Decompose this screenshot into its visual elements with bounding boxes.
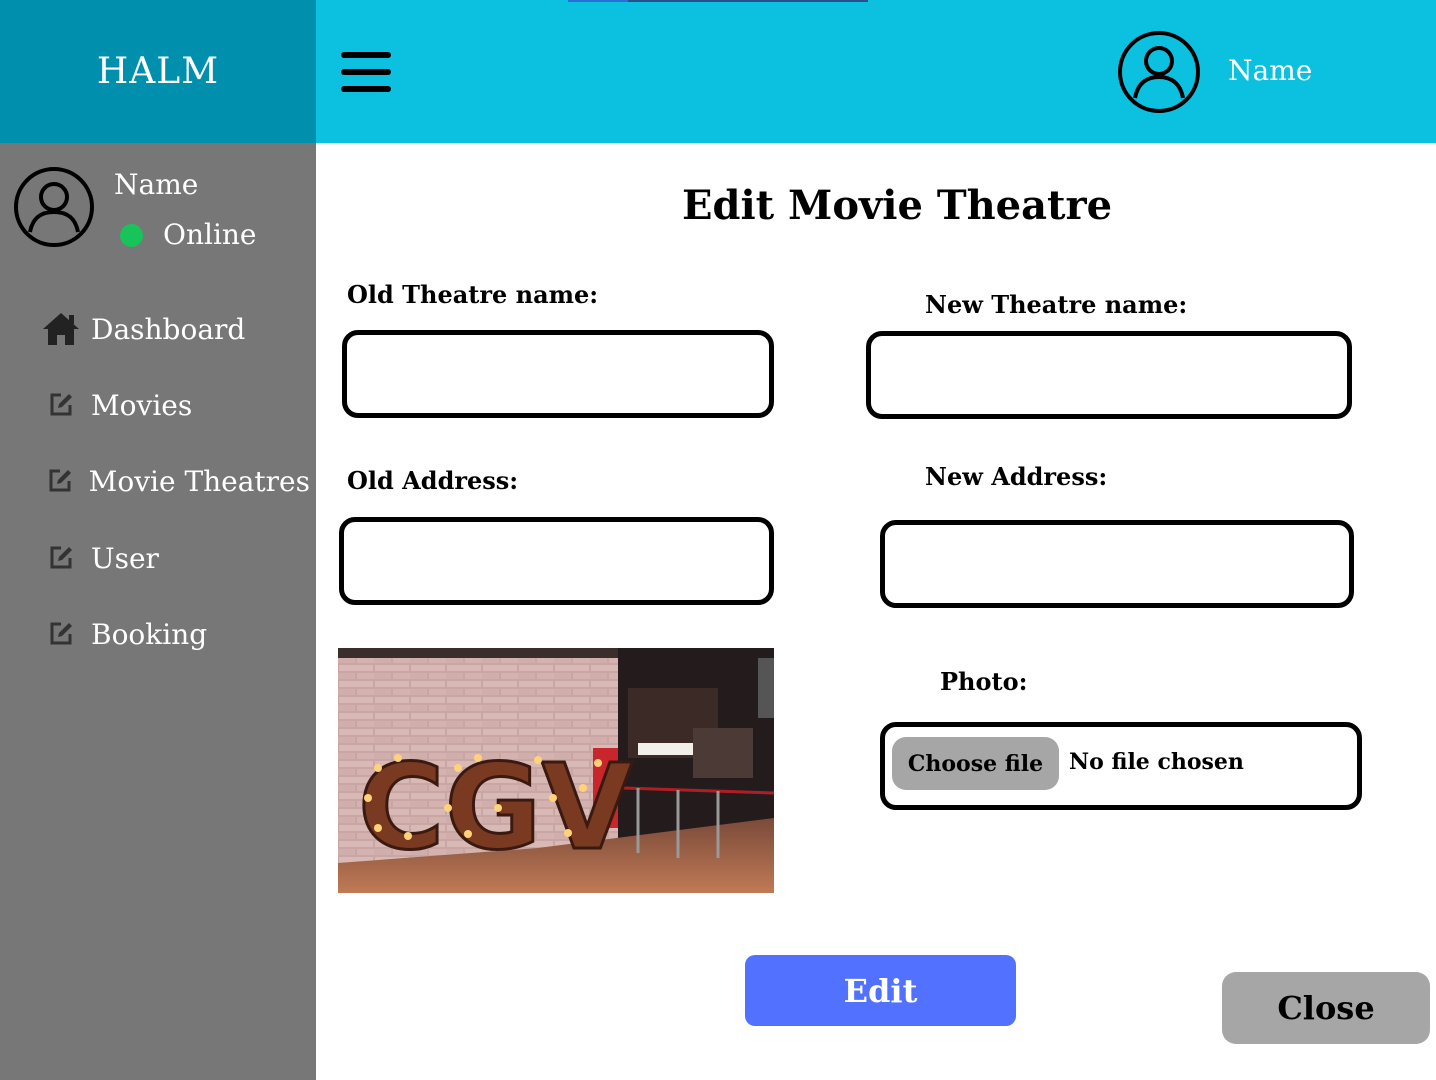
- brand-block: HALM: [0, 0, 316, 143]
- header-user-name: Name: [1228, 54, 1313, 87]
- sidebar: Name Online Dashboard Movies Movie Theat…: [0, 143, 316, 1080]
- sidebar-item-booking[interactable]: Booking: [40, 612, 310, 656]
- hamburger-menu-icon[interactable]: [339, 49, 393, 95]
- file-status-text: No file chosen: [1069, 749, 1244, 775]
- page-title: Edit Movie Theatre: [682, 182, 1113, 229]
- sidebar-item-label: Movies: [91, 388, 193, 422]
- edit-icon: [40, 384, 82, 426]
- close-button[interactable]: Close: [1222, 972, 1430, 1044]
- sidebar-item-movie-theatres[interactable]: Movie Theatres: [40, 459, 310, 503]
- sidebar-item-label: Movie Theatres: [88, 464, 310, 498]
- file-upload-field[interactable]: Choose file No file chosen: [880, 722, 1362, 810]
- old-address-input[interactable]: [339, 517, 774, 605]
- new-theatre-name-input[interactable]: [866, 331, 1352, 419]
- new-address-input[interactable]: [880, 520, 1354, 608]
- home-icon: [40, 308, 82, 350]
- old-theatre-name-label: Old Theatre name:: [347, 280, 599, 309]
- choose-file-button[interactable]: Choose file: [892, 737, 1059, 790]
- sidebar-item-dashboard[interactable]: Dashboard: [40, 307, 310, 351]
- edit-icon: [40, 537, 82, 579]
- edit-icon: [40, 460, 80, 502]
- user-avatar-icon: [14, 167, 94, 247]
- brand-title: HALM: [96, 51, 220, 92]
- photo-label: Photo:: [940, 667, 1028, 696]
- sidebar-item-label: User: [91, 541, 159, 575]
- online-status-text: Online: [163, 218, 257, 251]
- sidebar-item-user[interactable]: User: [40, 536, 310, 580]
- sidebar-item-movies[interactable]: Movies: [40, 383, 310, 427]
- user-circle-icon[interactable]: [1117, 30, 1201, 114]
- new-address-label: New Address:: [925, 462, 1108, 491]
- theatre-photo: CGV: [338, 648, 774, 893]
- top-edge-strip-accent: [568, 0, 628, 2]
- old-theatre-name-input[interactable]: [342, 330, 774, 418]
- new-theatre-name-label: New Theatre name:: [925, 290, 1188, 319]
- old-address-label: Old Address:: [347, 466, 519, 495]
- sidebar-item-label: Booking: [91, 617, 208, 651]
- online-status-dot: [120, 224, 143, 247]
- edit-icon: [40, 613, 82, 655]
- sidebar-item-label: Dashboard: [91, 312, 246, 346]
- sidebar-user-name: Name: [114, 168, 199, 201]
- edit-button[interactable]: Edit: [745, 955, 1016, 1026]
